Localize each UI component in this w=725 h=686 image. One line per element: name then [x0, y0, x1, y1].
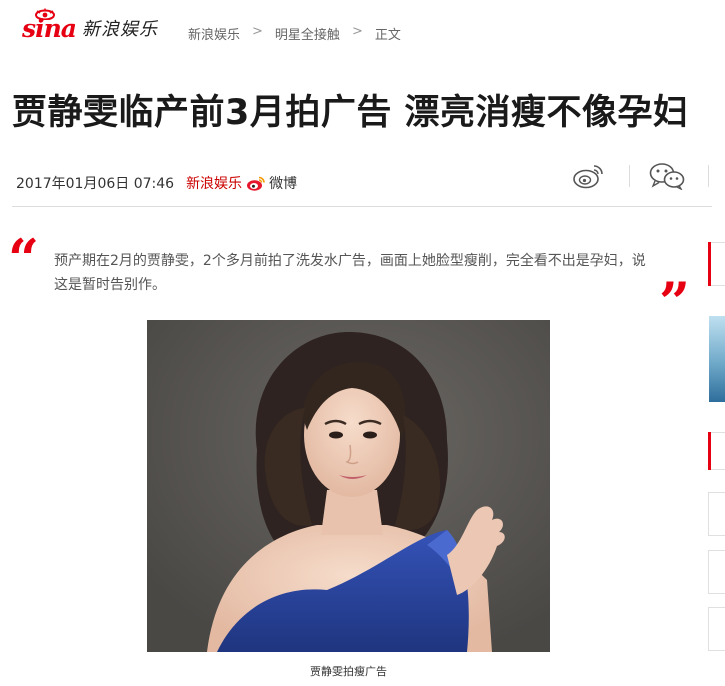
image-caption: 贾静雯拍瘦广告 [310, 665, 387, 678]
portrait-illustration [147, 320, 550, 652]
article-photo [147, 320, 550, 652]
weibo-label[interactable]: 微博 [269, 173, 297, 193]
source-link[interactable]: 新浪娱乐 [186, 173, 242, 193]
publish-date: 2017年01月06日 07:46 [16, 176, 175, 192]
sidebar-fragment [708, 607, 725, 651]
sina-logo[interactable]: sina 新浪娱乐 [22, 8, 158, 46]
header-divider [12, 206, 712, 207]
breadcrumb: 新浪娱乐 > 明星全接触 > 正文 [188, 24, 401, 43]
article-summary: 预产期在2月的贾静雯，2个多月前拍了洗发水广告，画面上她脸型瘦削，完全看不出是孕… [54, 253, 646, 293]
sidebar-fragment [708, 550, 725, 594]
share-divider [708, 165, 709, 187]
breadcrumb-separator: > [351, 24, 363, 39]
logo-channel-text: 新浪娱乐 [81, 19, 158, 40]
breadcrumb-category-link[interactable]: 明星全接触 [275, 24, 340, 43]
share-divider [629, 165, 630, 187]
article-meta: 2017年01月06日 07:46 新浪娱乐 微博 [16, 173, 297, 193]
breadcrumb-separator: > [252, 24, 263, 39]
weibo-share-icon[interactable] [571, 162, 607, 190]
weibo-icon[interactable] [246, 175, 266, 192]
wechat-share-icon[interactable] [648, 162, 686, 190]
top-bar: sina 新浪娱乐 新浪娱乐 > 明星全接触 > 正文 [0, 0, 725, 62]
sidebar-thumbnail[interactable] [709, 316, 725, 402]
quote-close-icon: ” [659, 270, 691, 334]
breadcrumb-current: 正文 [374, 28, 401, 43]
sidebar-accent [708, 432, 711, 470]
article-title: 贾静雯临产前3月拍广告 漂亮消瘦不像孕妇 [12, 93, 689, 133]
quote-open-icon: “ [8, 227, 40, 291]
sidebar-fragment [708, 492, 725, 536]
sina-eye-icon [35, 8, 55, 20]
sidebar-accent [708, 242, 711, 286]
breadcrumb-home-link[interactable]: 新浪娱乐 [188, 24, 240, 43]
